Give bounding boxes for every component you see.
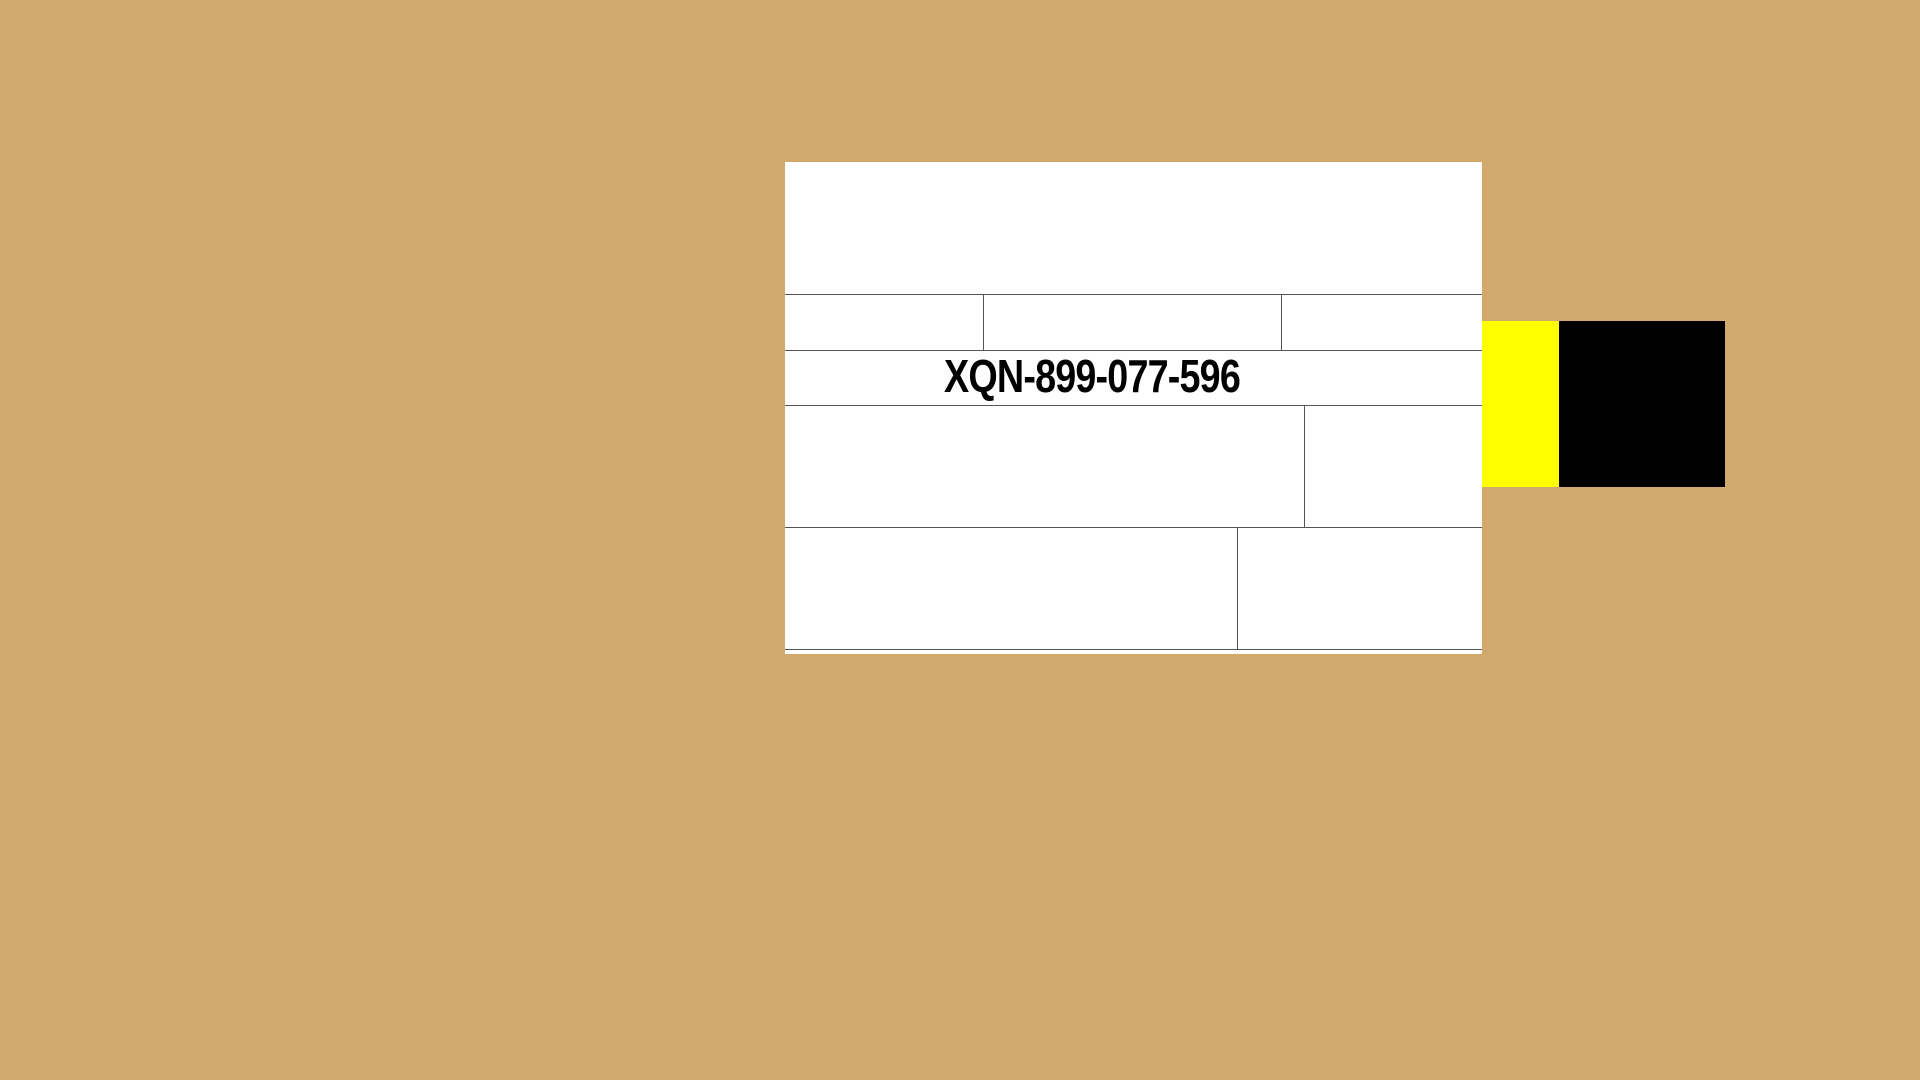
label-divider	[1304, 405, 1305, 527]
label-divider	[785, 405, 1482, 406]
yellow-tape	[1482, 321, 1559, 487]
label-divider	[1281, 294, 1282, 350]
cardboard-surface: XQN-899-077-596	[0, 0, 1920, 1080]
shipping-label: XQN-899-077-596	[785, 162, 1482, 654]
label-divider	[785, 294, 1482, 295]
tracking-number: XQN-899-077-596	[944, 350, 1241, 402]
label-divider	[983, 294, 984, 350]
label-divider	[785, 527, 1482, 528]
black-tape	[1559, 321, 1725, 487]
label-divider	[1237, 527, 1238, 649]
label-divider	[785, 649, 1482, 650]
